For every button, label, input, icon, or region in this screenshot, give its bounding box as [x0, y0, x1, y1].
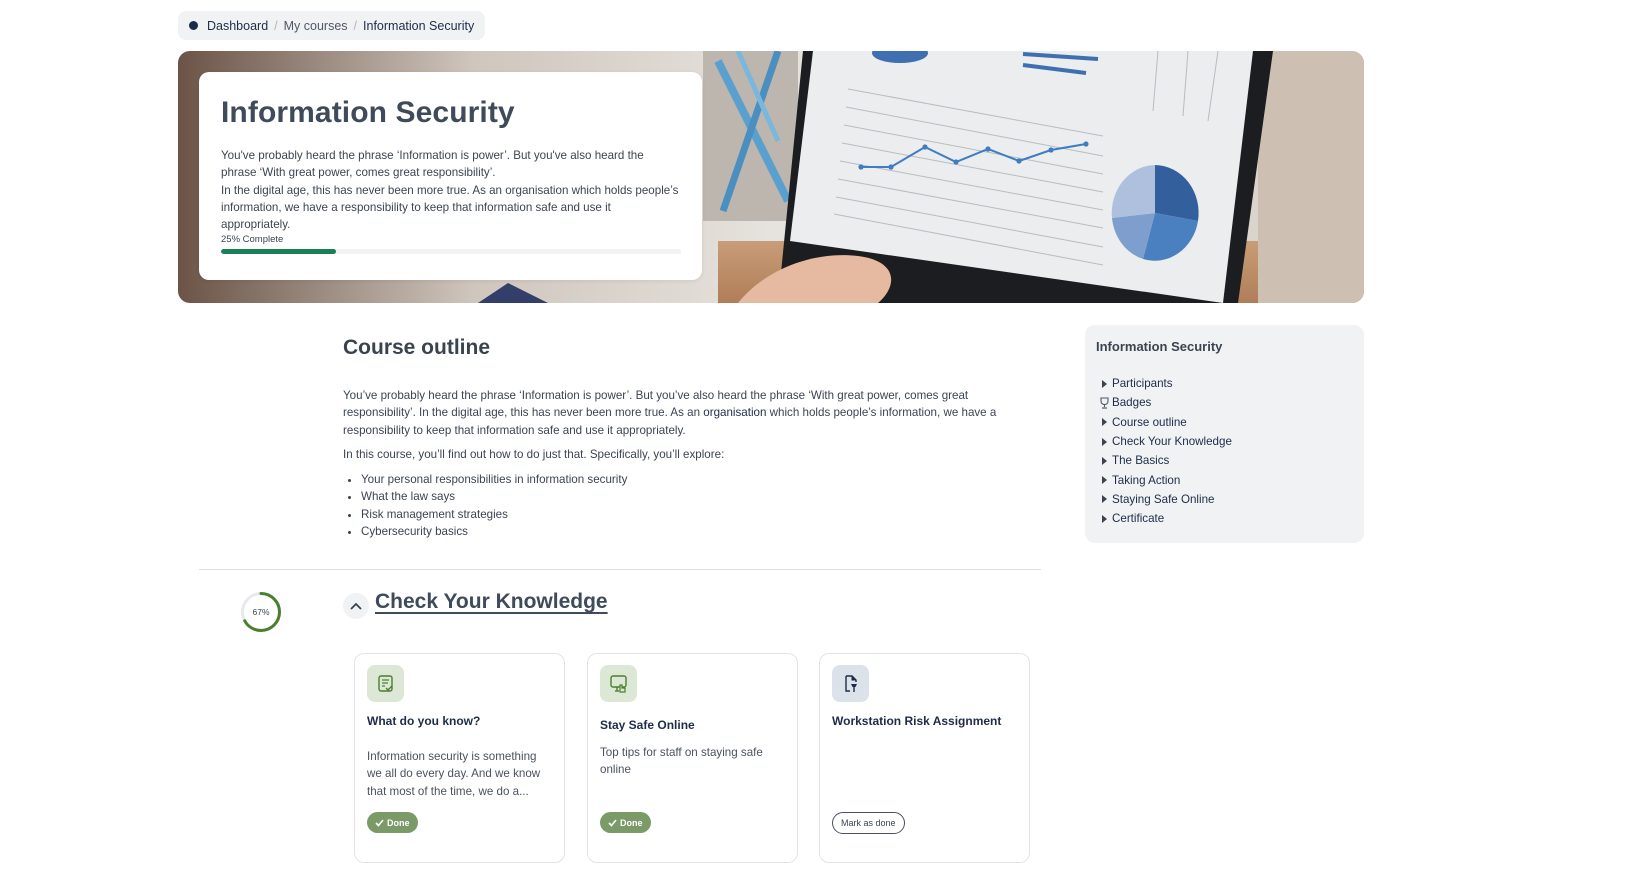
sidebar-item-badges[interactable]: Badges [1096, 393, 1353, 412]
course-progress-bar [221, 249, 681, 255]
sidebar-item-check-your-knowledge[interactable]: Check Your Knowledge [1096, 432, 1353, 451]
list-item: Cybersecurity basics [361, 523, 1033, 540]
sidebar-item-taking-action[interactable]: Taking Action [1096, 470, 1353, 489]
section-title-link[interactable]: Check Your Knowledge [375, 590, 608, 614]
breadcrumb-separator: / [274, 18, 278, 33]
activity-description: Top tips for staff on staying safe onlin… [600, 746, 763, 777]
organisation-link[interactable]: organisation [703, 406, 766, 419]
done-badge: Done [367, 812, 418, 833]
sidebar-item-label: Course outline [1112, 415, 1187, 429]
home-dot-icon [189, 21, 198, 30]
sidebar-item-the-basics[interactable]: The Basics [1096, 451, 1353, 470]
sidebar-item-staying-safe-online[interactable]: Staying Safe Online [1096, 490, 1353, 509]
section-progress-label: 67% [252, 607, 270, 617]
outline-topics-list: Your personal responsibilities in inform… [343, 471, 1033, 540]
sidebar-item-participants[interactable]: Participants [1096, 374, 1353, 393]
done-badge-label: Done [387, 817, 410, 828]
course-hero: Information Security You've probably hea… [178, 51, 1364, 303]
course-description: You've probably heard the phrase ‘Inform… [221, 147, 680, 233]
quiz-icon [377, 674, 393, 692]
sidebar-item-label: Participants [1112, 377, 1173, 391]
section-collapse-button[interactable] [343, 593, 369, 619]
sidebar-item-label: Certificate [1112, 512, 1165, 526]
course-description-line: In the digital age, this has never been … [221, 183, 679, 232]
activity-card[interactable]: Stay Safe Online Top tips for staff on s… [587, 653, 798, 863]
course-index-sidebar: Information Security Participants Badges… [1085, 325, 1364, 543]
trophy-icon [1100, 397, 1109, 409]
assignment-icon [844, 674, 857, 692]
list-item: Risk management strategies [361, 506, 1033, 523]
course-summary-card: Information Security You've probably hea… [199, 72, 702, 280]
activity-title[interactable]: What do you know? [367, 714, 552, 728]
activity-description: Information security is something we all… [367, 750, 541, 798]
sidebar-item-label: Badges [1112, 396, 1152, 410]
sidebar-item-course-outline[interactable]: Course outline [1096, 413, 1353, 432]
breadcrumb-dashboard[interactable]: Dashboard [207, 19, 268, 33]
activity-title[interactable]: Stay Safe Online [600, 718, 785, 732]
course-progress-label: 25% Complete [221, 234, 284, 246]
course-outline-heading: Course outline [343, 336, 491, 359]
sidebar-item-label: Taking Action [1112, 473, 1181, 487]
triangle-right-icon [1102, 379, 1107, 388]
check-icon [375, 818, 384, 827]
triangle-right-icon [1102, 476, 1107, 485]
triangle-right-icon [1102, 418, 1107, 427]
activity-title[interactable]: Workstation Risk Assignment [832, 714, 1017, 728]
done-badge-label: Done [620, 817, 643, 828]
breadcrumb-separator: / [353, 18, 358, 33]
sidebar-title: Information Security [1096, 339, 1223, 354]
triangle-right-icon [1102, 456, 1107, 465]
lesson-screen-icon [609, 674, 627, 693]
course-title: Information Security [221, 96, 515, 129]
sidebar-list: Participants Badges Course outline Check… [1096, 374, 1353, 528]
activity-icon-wrapper [832, 665, 869, 702]
activity-icon-wrapper [367, 665, 404, 702]
activity-card[interactable]: What do you know? Information security i… [354, 653, 565, 863]
triangle-right-icon [1102, 514, 1107, 523]
breadcrumb-my-courses[interactable]: My courses [284, 19, 348, 33]
done-badge: Done [600, 812, 651, 833]
breadcrumb: Dashboard / My courses / Information Sec… [178, 11, 486, 40]
sidebar-item-label: Check Your Knowledge [1112, 435, 1232, 449]
sidebar-item-label: Staying Safe Online [1112, 492, 1215, 506]
triangle-right-icon [1102, 495, 1107, 504]
check-icon [608, 818, 617, 827]
course-description-line: You've probably heard the phrase ‘Inform… [221, 149, 644, 180]
course-outline-body: You’ve probably heard the phrase ‘Inform… [343, 387, 1033, 540]
outline-paragraph: In this course, you’ll find out how to d… [343, 447, 725, 461]
outline-paragraph: You’ve probably heard the phrase ‘Inform… [343, 387, 1033, 439]
list-item: What the law says [361, 488, 1033, 505]
section-divider [199, 569, 1041, 570]
triangle-right-icon [1102, 437, 1107, 446]
chevron-up-icon [350, 602, 362, 610]
activity-icon-wrapper [600, 665, 637, 702]
breadcrumb-current-course[interactable]: Information Security [363, 19, 474, 33]
sidebar-item-certificate[interactable]: Certificate [1096, 509, 1353, 528]
sidebar-item-label: The Basics [1112, 454, 1170, 468]
course-progress-fill [221, 249, 336, 255]
activity-card[interactable]: Workstation Risk Assignment Mark as done [819, 653, 1030, 863]
mark-as-done-button[interactable]: Mark as done [832, 812, 905, 834]
list-item: Your personal responsibilities in inform… [361, 471, 1033, 488]
